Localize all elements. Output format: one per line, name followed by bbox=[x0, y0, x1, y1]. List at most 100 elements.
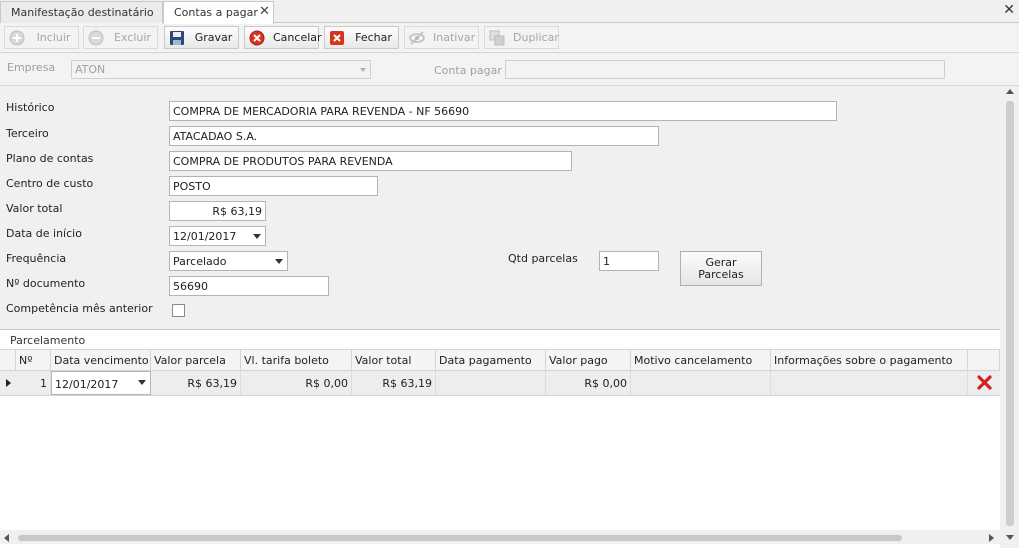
duplicar-button[interactable]: Duplicar bbox=[484, 26, 559, 49]
frequencia-value: Parcelado bbox=[173, 255, 227, 268]
tab-contas-a-pagar[interactable]: Contas a pagar ✕ bbox=[163, 1, 274, 24]
historico-value: COMPRA DE MERCADORIA PARA REVENDA - NF 5… bbox=[173, 105, 470, 118]
cell-data-pagamento[interactable] bbox=[436, 371, 546, 395]
chevron-down-icon[interactable] bbox=[253, 234, 261, 239]
chevron-down-icon[interactable] bbox=[275, 259, 283, 264]
tab-manifestacao-destinatario[interactable]: Manifestação destinatário bbox=[0, 1, 163, 23]
row-indicator-icon bbox=[6, 379, 11, 387]
centro-custo-field[interactable]: POSTO bbox=[169, 176, 378, 196]
table-row[interactable]: 1 12/01/2017 R$ 63,19 R$ 0,00 R$ 63,19 R… bbox=[0, 371, 1000, 396]
tab-label: Contas a pagar bbox=[174, 6, 258, 19]
column-header-motivo-cancelamento[interactable]: Motivo cancelamento bbox=[631, 350, 771, 370]
grid-header: Nº Data vencimento Valor parcela Vl. tar… bbox=[0, 349, 1000, 371]
valor-total-value: R$ 63,19 bbox=[212, 205, 262, 218]
scroll-thumb[interactable] bbox=[1006, 101, 1014, 526]
plano-contas-field[interactable]: COMPRA DE PRODUTOS PARA REVENDA bbox=[169, 151, 572, 171]
close-window-icon[interactable]: ✕ bbox=[1003, 2, 1015, 18]
cell-valor-pago[interactable]: R$ 0,00 bbox=[546, 371, 631, 395]
scroll-left-icon[interactable] bbox=[4, 534, 9, 542]
empresa-value: ATON bbox=[75, 63, 106, 76]
fechar-label: Fechar bbox=[355, 31, 392, 44]
cell-valor-parcela[interactable]: R$ 63,19 bbox=[151, 371, 241, 395]
cell-informacoes[interactable] bbox=[771, 371, 968, 395]
chevron-down-icon bbox=[360, 68, 366, 72]
competencia-checkbox[interactable] bbox=[172, 304, 185, 317]
excluir-button[interactable]: Excluir bbox=[83, 26, 158, 49]
app-window: Manifestação destinatário Contas a pagar… bbox=[0, 0, 1019, 548]
toolbar: Incluir Excluir Gravar Cancelar Fechar I… bbox=[0, 23, 1019, 53]
qtd-parcelas-field[interactable]: 1 bbox=[599, 251, 659, 271]
data-inicio-label: Data de início bbox=[6, 227, 82, 240]
close-tab-icon[interactable]: ✕ bbox=[259, 4, 270, 20]
scroll-up-icon[interactable] bbox=[1006, 89, 1014, 94]
column-header-valor-total[interactable]: Valor total bbox=[352, 350, 436, 370]
plano-contas-value: COMPRA DE PRODUTOS PARA REVENDA bbox=[173, 155, 393, 168]
scroll-right-icon[interactable] bbox=[989, 534, 994, 542]
chevron-down-icon[interactable] bbox=[138, 380, 146, 385]
parcelas-grid: Nº Data vencimento Valor parcela Vl. tar… bbox=[0, 349, 1000, 548]
close-box-icon bbox=[329, 30, 345, 46]
historico-label: Histórico bbox=[6, 101, 55, 114]
frequencia-select[interactable]: Parcelado bbox=[169, 251, 288, 271]
horizontal-scrollbar[interactable] bbox=[0, 530, 1000, 544]
cell-numero[interactable]: 1 bbox=[16, 371, 51, 395]
vertical-scrollbar[interactable] bbox=[1003, 87, 1017, 545]
terceiro-field[interactable]: ATACADAO S.A. bbox=[169, 126, 659, 146]
qtd-parcelas-value: 1 bbox=[603, 255, 610, 268]
scroll-down-icon[interactable] bbox=[1006, 535, 1014, 540]
incluir-button[interactable]: Incluir bbox=[4, 26, 79, 49]
data-inicio-field[interactable]: 12/01/2017 bbox=[169, 226, 266, 246]
data-inicio-value: 12/01/2017 bbox=[173, 230, 237, 243]
fechar-button[interactable]: Fechar bbox=[324, 26, 399, 49]
parcelamento-group: Parcelamento Nº Data vencimento Valor pa… bbox=[0, 329, 1000, 548]
tab-label: Manifestação destinatário bbox=[11, 6, 154, 19]
gravar-button[interactable]: Gravar bbox=[164, 26, 239, 49]
qtd-parcelas-label: Qtd parcelas bbox=[508, 252, 578, 265]
empresa-select[interactable]: ATON bbox=[71, 60, 371, 79]
column-header-numero[interactable]: Nº bbox=[16, 350, 51, 370]
plano-contas-label: Plano de contas bbox=[6, 152, 94, 165]
data-vencimento-value: 12/01/2017 bbox=[55, 378, 119, 391]
inativar-label: Inativar bbox=[433, 31, 476, 44]
excluir-label: Excluir bbox=[114, 31, 151, 44]
terceiro-label: Terceiro bbox=[6, 127, 49, 140]
n-documento-label: Nº documento bbox=[6, 277, 86, 290]
empresa-label: Empresa bbox=[7, 61, 56, 74]
column-header-data-vencimento[interactable]: Data vencimento bbox=[51, 350, 151, 370]
n-documento-field[interactable]: 56690 bbox=[169, 276, 329, 296]
column-header-data-pagamento[interactable]: Data pagamento bbox=[436, 350, 546, 370]
centro-custo-value: POSTO bbox=[173, 180, 211, 193]
header-row: Empresa ATON Conta pagar bbox=[0, 54, 1019, 86]
column-header-informacoes[interactable]: Informações sobre o pagamento bbox=[771, 350, 968, 370]
tab-bar: Manifestação destinatário Contas a pagar… bbox=[0, 0, 1019, 24]
column-header-valor-pago[interactable]: Valor pago bbox=[546, 350, 631, 370]
valor-total-field[interactable]: R$ 63,19 bbox=[169, 201, 266, 221]
terceiro-value: ATACADAO S.A. bbox=[173, 130, 258, 143]
n-documento-value: 56690 bbox=[173, 280, 208, 293]
cancel-icon bbox=[249, 30, 265, 46]
valor-total-label: Valor total bbox=[6, 202, 63, 215]
cell-valor-total[interactable]: R$ 63,19 bbox=[352, 371, 436, 395]
cancelar-label: Cancelar bbox=[273, 31, 322, 44]
conta-pagar-field[interactable] bbox=[505, 60, 945, 79]
cell-motivo-cancelamento[interactable] bbox=[631, 371, 771, 395]
parcelamento-title: Parcelamento bbox=[10, 334, 86, 347]
form-panel: Histórico COMPRA DE MERCADORIA PARA REVE… bbox=[0, 87, 1003, 328]
column-header-valor-parcela[interactable]: Valor parcela bbox=[151, 350, 241, 370]
cell-tarifa-boleto[interactable]: R$ 0,00 bbox=[241, 371, 352, 395]
gerar-parcelas-line2: Parcelas bbox=[698, 268, 744, 281]
cancelar-button[interactable]: Cancelar bbox=[244, 26, 322, 49]
cell-data-vencimento[interactable]: 12/01/2017 bbox=[51, 371, 151, 395]
inativar-button[interactable]: Inativar bbox=[404, 26, 479, 49]
delete-row-icon[interactable] bbox=[976, 374, 993, 391]
historico-field[interactable]: COMPRA DE MERCADORIA PARA REVENDA - NF 5… bbox=[169, 101, 837, 121]
frequencia-label: Frequência bbox=[6, 252, 67, 265]
save-icon bbox=[169, 30, 185, 46]
competencia-label: Competência mês anterior bbox=[6, 302, 153, 315]
plus-circle-icon bbox=[9, 30, 25, 46]
hscroll-thumb[interactable] bbox=[18, 535, 902, 541]
duplicar-label: Duplicar bbox=[513, 31, 559, 44]
incluir-label: Incluir bbox=[36, 31, 71, 44]
gerar-parcelas-button[interactable]: Gerar Parcelas bbox=[680, 251, 762, 286]
column-header-tarifa-boleto[interactable]: Vl. tarifa boleto bbox=[241, 350, 352, 370]
